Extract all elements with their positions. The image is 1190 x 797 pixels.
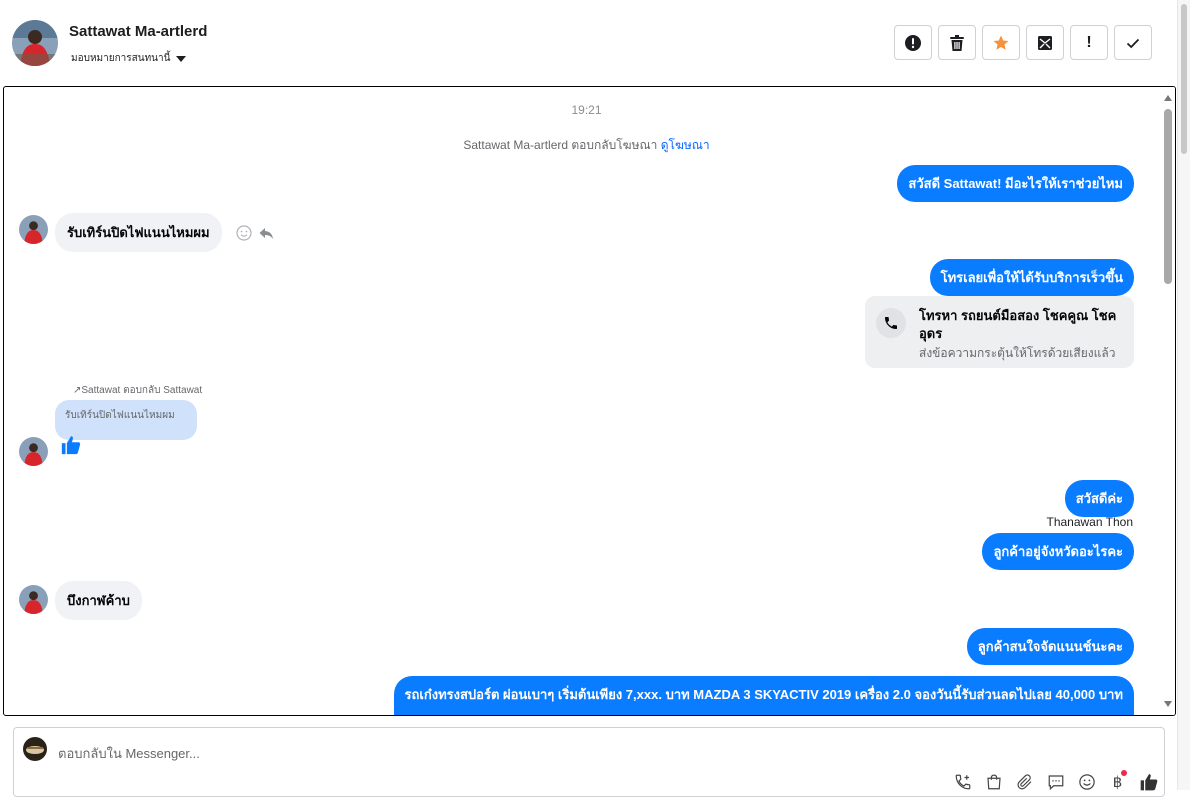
call-request-card[interactable]: โทรหา รถยนต์มือสอง โชคคูณ โชค อุดร ส่งข้… (865, 296, 1134, 368)
check-icon (1126, 38, 1140, 48)
outgoing-message[interactable]: สวัสดีค่ะ (1064, 480, 1134, 517)
page-scrollbar[interactable] (1178, 0, 1190, 790)
phone-plus-icon[interactable] (947, 770, 978, 794)
sender-avatar[interactable] (19, 585, 48, 614)
thumbs-up-icon[interactable] (1133, 770, 1164, 794)
reply-label: Sattawat ตอบกลับ Sattawat (81, 385, 203, 396)
ad-reply-notice: Sattawat Ma-artlerd ตอบกลับโฆษณา ดูโฆษณา (4, 136, 1169, 155)
star-icon (993, 35, 1009, 50)
view-ad-link[interactable]: ดูโฆษณา (661, 138, 710, 152)
reply-header: ↗Sattawat ตอบกลับ Sattawat (73, 383, 202, 398)
scrollbar-thumb[interactable] (1164, 109, 1172, 284)
header-toolbar: ! (894, 25, 1152, 60)
message-composer[interactable]: ตอบกลับใน Messenger... ฿ (13, 727, 1165, 797)
paperclip-icon[interactable] (1009, 770, 1040, 794)
page-scrollbar-thumb[interactable] (1181, 4, 1187, 154)
thread-scrollbar[interactable] (1161, 87, 1175, 715)
incoming-message[interactable]: บึงกาฬค้าบ (55, 581, 142, 620)
incoming-message[interactable]: รับเทิร์นปิดไฟแนนไหมผม (55, 213, 222, 252)
sender-avatar[interactable] (19, 215, 48, 244)
thumbs-up-message[interactable] (60, 434, 82, 461)
star-button[interactable] (982, 25, 1020, 60)
baht-icon[interactable]: ฿ (1102, 770, 1133, 794)
scroll-down-arrow-icon[interactable] (1164, 701, 1172, 707)
sender-name: Thanawan Thon (1046, 515, 1133, 529)
contact-avatar[interactable] (12, 20, 58, 66)
composer-toolbar: ฿ (947, 770, 1164, 794)
caret-down-icon (176, 55, 187, 62)
ad-reply-text: Sattawat Ma-artlerd ตอบกลับโฆษณา (463, 138, 658, 152)
outgoing-message[interactable]: ลูกค้าสนใจจัดแนนช์นะคะ (966, 628, 1134, 665)
reply-icon[interactable] (258, 225, 274, 241)
alert-circle-icon (905, 34, 921, 51)
call-card-subtitle: ส่งข้อความกระตุ้นให้โทรด้วยเสียงแล้ว (919, 346, 1116, 360)
outgoing-message[interactable]: รถเก๋งทรงสปอร์ต ผ่อนเบาๆ เริ่มต้นเพียง 7… (393, 676, 1134, 715)
contact-name[interactable]: Sattawat Ma-artlerd (69, 23, 207, 40)
trash-icon (950, 34, 964, 51)
outgoing-message[interactable]: สวัสดี Sattawat! มีอะไรให้เราช่วยไหม (897, 165, 1134, 202)
sender-avatar[interactable] (19, 437, 48, 466)
envelope-icon (1038, 35, 1052, 50)
message-thread[interactable]: 19:21 Sattawat Ma-artlerd ตอบกลับโฆษณา ด… (3, 86, 1176, 716)
notification-dot (1121, 770, 1127, 776)
timestamp: 19:21 (571, 103, 602, 117)
assign-label: มอบหมายการสนทนานี้ (71, 53, 171, 64)
exclamation-icon: ! (1086, 33, 1092, 51)
page-avatar (23, 737, 47, 761)
mark-unread-button[interactable] (1026, 25, 1064, 60)
outgoing-message[interactable]: โทรเลยเพื่อให้ได้รับบริการเร็วขึ้น (929, 259, 1134, 296)
conversation-header: Sattawat Ma-artlerd มอบหมายการสนทนานี้ ! (0, 0, 1178, 84)
delete-button[interactable] (938, 25, 976, 60)
emoji-react-icon[interactable] (236, 225, 252, 241)
chat-bubble-icon[interactable] (1040, 770, 1071, 794)
shopping-bag-icon[interactable] (978, 770, 1009, 794)
emoji-icon[interactable] (1071, 770, 1102, 794)
inbox-conversation-app: Sattawat Ma-artlerd มอบหมายการสนทนานี้ ! (0, 0, 1178, 797)
message-actions (236, 225, 274, 241)
reply-input[interactable]: ตอบกลับใน Messenger... (58, 743, 200, 764)
call-card-title: โทรหา รถยนต์มือสอง โชคคูณ โชค อุดร (919, 308, 1117, 341)
important-button[interactable]: ! (1070, 25, 1108, 60)
report-button[interactable] (894, 25, 932, 60)
outgoing-message-text: รถเก๋งทรงสปอร์ต ผ่อนเบาๆ เริ่มต้นเพียง 7… (404, 687, 1123, 702)
done-button[interactable] (1114, 25, 1152, 60)
thumbs-up-icon (61, 436, 81, 455)
outgoing-message[interactable]: ลูกค้าอยู่จังหวัดอะไรคะ (982, 533, 1134, 570)
scroll-up-arrow-icon[interactable] (1164, 95, 1172, 101)
phone-icon (876, 308, 906, 338)
assign-conversation-dropdown[interactable]: มอบหมายการสนทนานี้ (71, 51, 187, 66)
